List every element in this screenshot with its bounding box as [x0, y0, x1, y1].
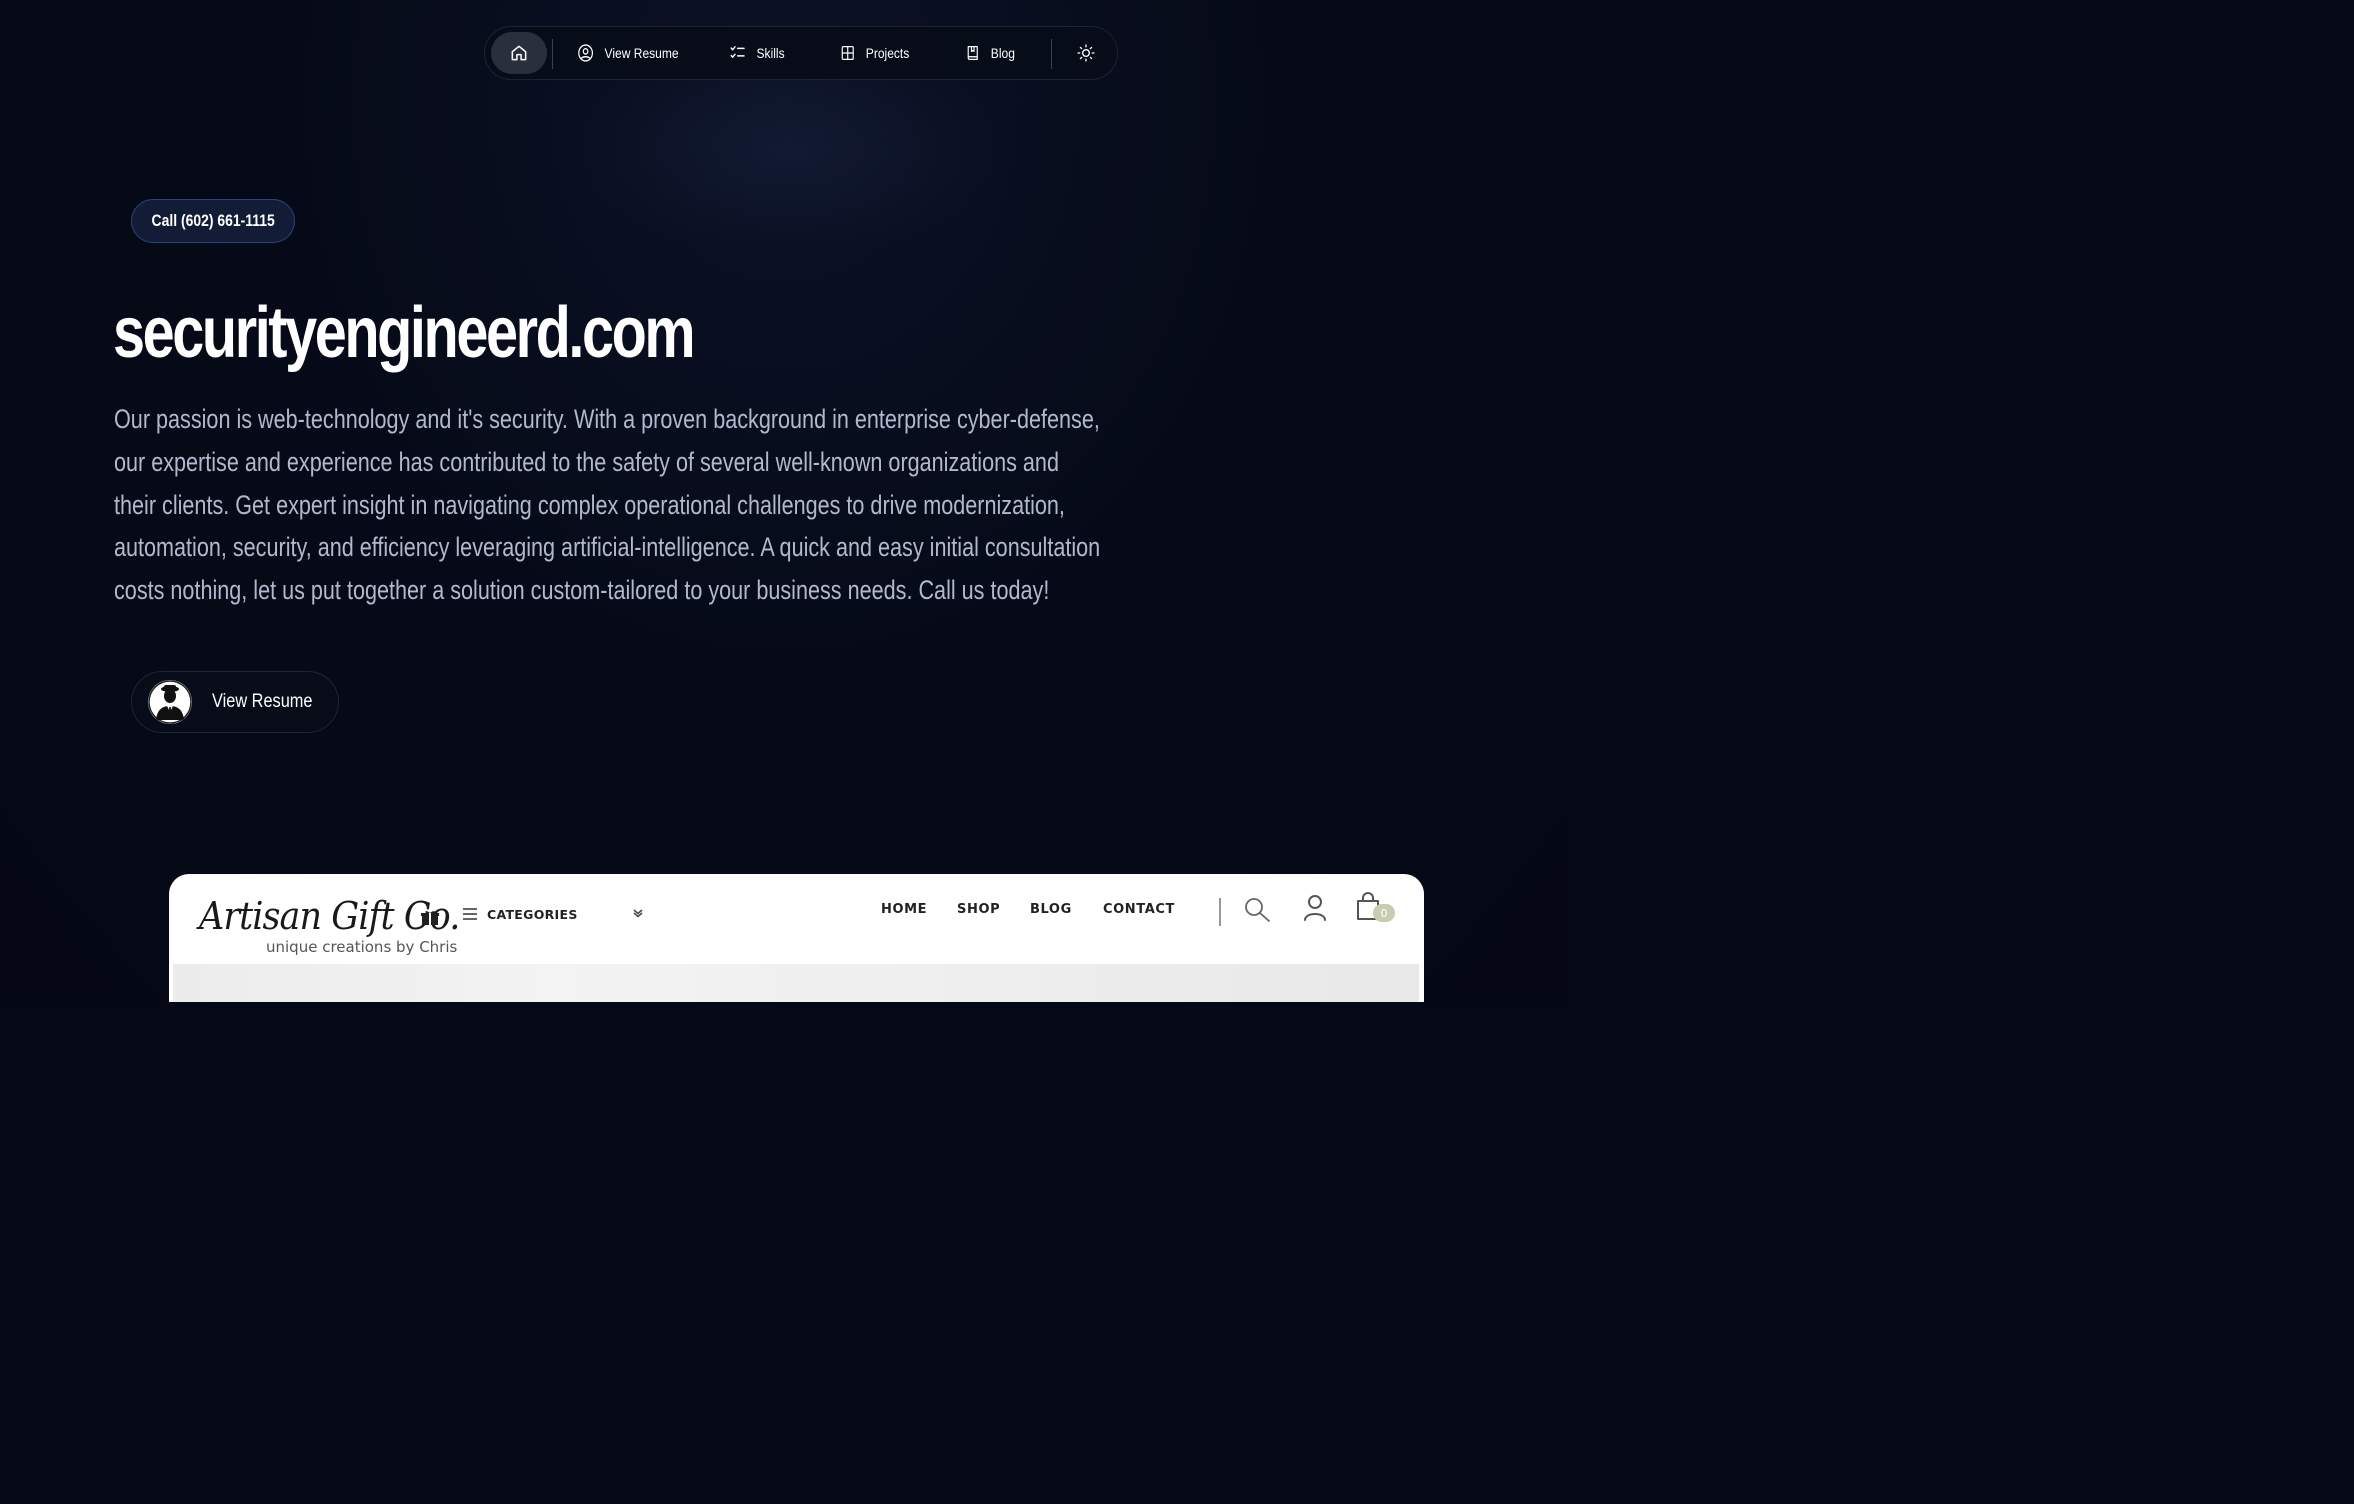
chevron-down-icon: [633, 909, 643, 918]
hero-description-line: automation, security, and efficiency lev…: [114, 532, 1101, 563]
nav-item-skills[interactable]: Skills: [729, 27, 785, 79]
nav-home-button[interactable]: [491, 32, 547, 74]
nav-item-label: Blog: [990, 45, 1015, 61]
businessman-icon: [148, 680, 192, 724]
user-circle-icon: [578, 44, 594, 62]
avatar: [148, 680, 192, 724]
preview-nav-blog[interactable]: BLOG: [1030, 902, 1072, 917]
nav-item-label: View Resume: [604, 45, 679, 61]
hero-description-line: our expertise and experience has contrib…: [114, 446, 1059, 477]
preview-nav-contact[interactable]: CONTACT: [1103, 902, 1175, 917]
artisan-gift-logo[interactable]: Artisan Gift Co. unique creations by Chr…: [199, 894, 460, 960]
preview-nav-shop[interactable]: SHOP: [957, 902, 1000, 917]
home-icon: [511, 45, 527, 61]
hero-description-line: costs nothing, let us put together a sol…: [114, 575, 1050, 606]
theme-toggle-button[interactable]: [1069, 36, 1103, 70]
categories-dropdown[interactable]: CATEGORIES: [463, 902, 645, 926]
nav-item-label: Skills: [756, 45, 785, 61]
call-phone-label: Call (602) 661-1115: [151, 211, 275, 230]
hero-description-line: Our passion is web-technology and it's s…: [114, 404, 1100, 434]
sun-icon: [1077, 44, 1095, 62]
nav-item-blog[interactable]: Blog: [965, 27, 1015, 79]
call-phone-button[interactable]: Call (602) 661-1115: [131, 199, 295, 243]
page: View Resume Skills Projects Blog Call (6…: [0, 0, 1568, 1002]
view-resume-button[interactable]: View Resume: [131, 671, 339, 733]
book-icon: [967, 45, 978, 61]
hero-description-line: their clients. Get expert insight in nav…: [114, 489, 1065, 520]
checklist-icon: [730, 46, 745, 58]
nav-divider: [1051, 39, 1052, 69]
search-icon[interactable]: [1243, 896, 1271, 924]
hero-description: Our passion is web-technology and it's s…: [114, 398, 1106, 612]
nav-item-label: Projects: [865, 45, 910, 61]
grid-icon: [841, 45, 854, 61]
preview-nav-divider: [1219, 898, 1221, 926]
menu-icon: [463, 908, 477, 920]
top-nav: View Resume Skills Projects Blog: [484, 26, 1118, 80]
project-preview[interactable]: Artisan Gift Co. unique creations by Chr…: [169, 874, 1424, 1002]
categories-label: CATEGORIES: [487, 906, 578, 922]
preview-hero-image: [173, 964, 1419, 1002]
nav-divider: [552, 39, 553, 69]
nav-item-view-resume[interactable]: View Resume: [577, 27, 679, 79]
preview-nav-home[interactable]: HOME: [881, 902, 927, 917]
view-resume-label: View Resume: [212, 691, 313, 712]
logo-tagline: unique creations by Chris: [266, 938, 458, 956]
cart-count-badge: 0: [1373, 904, 1395, 922]
nav-item-projects[interactable]: Projects: [840, 27, 909, 79]
gift-icon: [421, 911, 439, 925]
page-title: securityengineerd.com: [113, 293, 696, 373]
user-icon[interactable]: [1303, 894, 1327, 922]
